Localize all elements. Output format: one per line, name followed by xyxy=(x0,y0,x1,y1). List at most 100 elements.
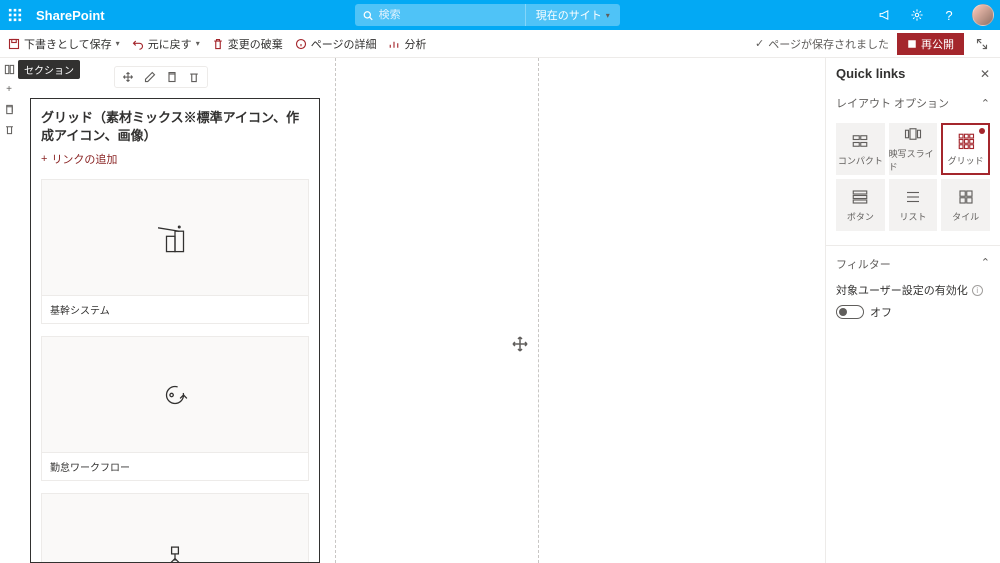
command-left: 下書きとして保存 ▾ 元に戻す ▾ 変更の破棄 ページの詳細 分析 xyxy=(8,36,426,52)
settings-icon[interactable] xyxy=(902,0,932,30)
add-link-button[interactable]: + リンクの追加 xyxy=(41,151,309,167)
link-tile[interactable]: 勤怠ワークフロー xyxy=(41,336,309,481)
trash-icon xyxy=(188,71,200,83)
layout-list[interactable]: リスト xyxy=(889,179,938,231)
duplicate-tool[interactable] xyxy=(165,70,179,84)
saved-label: ページが保存されました xyxy=(768,36,889,52)
move-icon xyxy=(122,71,134,83)
info-icon[interactable]: i xyxy=(972,285,983,296)
rail-section-icon[interactable] xyxy=(2,62,16,76)
page-details-button[interactable]: ページの詳細 xyxy=(295,36,377,52)
move-cursor-icon xyxy=(512,336,528,352)
rail-tooltip: セクション xyxy=(18,60,80,79)
chevron-down-icon: ▾ xyxy=(116,39,120,48)
republish-label: 再公開 xyxy=(921,36,954,52)
button-icon xyxy=(851,188,869,206)
main-area: + セクション 1/12 グリッド（素材ミックス※標準アイコン、作成アイコン、画… xyxy=(0,58,1000,563)
publish-icon xyxy=(907,39,917,49)
copy-icon xyxy=(166,71,178,83)
add-link-label: リンクの追加 xyxy=(51,151,117,167)
filmstrip-icon xyxy=(904,125,922,143)
pencil-icon xyxy=(144,71,156,83)
suite-right: ? xyxy=(870,0,1000,30)
panel-close-button[interactable]: ✕ xyxy=(980,67,990,81)
audience-label: 対象ユーザー設定の有効化 i xyxy=(836,282,990,298)
quick-links-webpart[interactable]: グリッド（素材ミックス※標準アイコン、作成アイコン、画像） + リンクの追加 基… xyxy=(30,98,320,563)
command-bar: 下書きとして保存 ▾ 元に戻す ▾ 変更の破棄 ページの詳細 分析 ✓ ページが… xyxy=(0,30,1000,58)
app-launcher[interactable] xyxy=(0,0,30,30)
layout-label: 映写スライド xyxy=(889,147,938,173)
chevron-down-icon: ▾ xyxy=(606,11,610,20)
chevron-down-icon: ▾ xyxy=(196,39,200,48)
command-right: ✓ ページが保存されました 再公開 xyxy=(755,33,992,55)
saved-message: ✓ ページが保存されました xyxy=(755,36,889,52)
discard-icon xyxy=(212,38,224,50)
webpart-toolbar xyxy=(114,66,208,88)
layout-grid[interactable]: グリッド xyxy=(941,123,990,175)
page-details-label: ページの詳細 xyxy=(311,36,377,52)
help-icon[interactable]: ? xyxy=(934,0,964,30)
plus-icon: + xyxy=(41,153,47,165)
toggle-row: オフ xyxy=(836,304,990,320)
layout-label: グリッド xyxy=(948,154,984,167)
avatar[interactable] xyxy=(972,4,994,26)
column-divider xyxy=(538,58,539,563)
layout-options-label: レイアウト オプション xyxy=(836,95,949,111)
tile-label: 勤怠ワークフロー xyxy=(42,452,308,480)
tile-icon xyxy=(957,188,975,206)
discard-button[interactable]: 変更の破棄 xyxy=(212,36,283,52)
buildings-icon xyxy=(158,221,192,255)
toggle-label: オフ xyxy=(870,304,892,320)
left-rail: + xyxy=(0,58,18,563)
tile-label: 基幹システム xyxy=(42,295,308,323)
search-container: 現在のサイト ▾ xyxy=(355,4,620,26)
audience-toggle[interactable] xyxy=(836,305,864,319)
collapse-panel-button[interactable] xyxy=(972,34,992,54)
waffle-icon xyxy=(8,8,22,22)
webpart-title: グリッド（素材ミックス※標準アイコン、作成アイコン、画像） xyxy=(41,109,309,145)
link-tile[interactable] xyxy=(41,493,309,563)
search-input[interactable] xyxy=(379,9,517,21)
flowchart-icon xyxy=(158,542,192,563)
layout-label: リスト xyxy=(899,210,926,223)
delete-tool[interactable] xyxy=(187,70,201,84)
column-divider xyxy=(335,58,336,563)
undo-label: 元に戻す xyxy=(148,36,192,52)
republish-button[interactable]: 再公開 xyxy=(897,33,964,55)
collapse-icon xyxy=(976,38,988,50)
layout-button[interactable]: ボタン xyxy=(836,179,885,231)
filter-header[interactable]: フィルター ⌃ xyxy=(836,256,990,272)
save-icon xyxy=(8,38,20,50)
panel-title: Quick links xyxy=(836,66,905,81)
app-name: SharePoint xyxy=(36,8,105,23)
layout-options-header[interactable]: レイアウト オプション ⌃ xyxy=(826,89,1000,117)
rail-copy-icon[interactable] xyxy=(2,102,16,116)
layout-compact[interactable]: コンパクト xyxy=(836,123,885,175)
grid-icon xyxy=(957,132,975,150)
tile-icon-wrap xyxy=(42,180,308,295)
suite-nav: SharePoint 現在のサイト ▾ ? xyxy=(0,0,1000,30)
check-icon: ✓ xyxy=(755,37,764,50)
details-icon xyxy=(295,38,307,50)
edit-tool[interactable] xyxy=(143,70,157,84)
analytics-icon xyxy=(388,38,400,50)
tile-icon-wrap xyxy=(42,337,308,452)
megaphone-icon[interactable] xyxy=(870,0,900,30)
layout-label: タイル xyxy=(952,210,979,223)
search-scope[interactable]: 現在のサイト ▾ xyxy=(525,4,620,26)
save-draft-button[interactable]: 下書きとして保存 ▾ xyxy=(8,36,120,52)
analytics-label: 分析 xyxy=(404,36,426,52)
layout-tile[interactable]: タイル xyxy=(941,179,990,231)
search-box[interactable] xyxy=(355,4,525,26)
undo-button[interactable]: 元に戻す ▾ xyxy=(132,36,200,52)
property-panel: Quick links ✕ レイアウト オプション ⌃ コンパクト 映写スライド… xyxy=(825,58,1000,563)
link-tile[interactable]: 基幹システム xyxy=(41,179,309,324)
chevron-up-icon: ⌃ xyxy=(981,256,990,272)
move-tool[interactable] xyxy=(121,70,135,84)
analytics-button[interactable]: 分析 xyxy=(388,36,426,52)
rail-delete-icon[interactable] xyxy=(2,122,16,136)
audience-text: 対象ユーザー設定の有効化 xyxy=(836,282,968,298)
rail-add-icon[interactable]: + xyxy=(2,82,16,96)
panel-header: Quick links ✕ xyxy=(826,58,1000,89)
layout-filmstrip[interactable]: 映写スライド xyxy=(889,123,938,175)
